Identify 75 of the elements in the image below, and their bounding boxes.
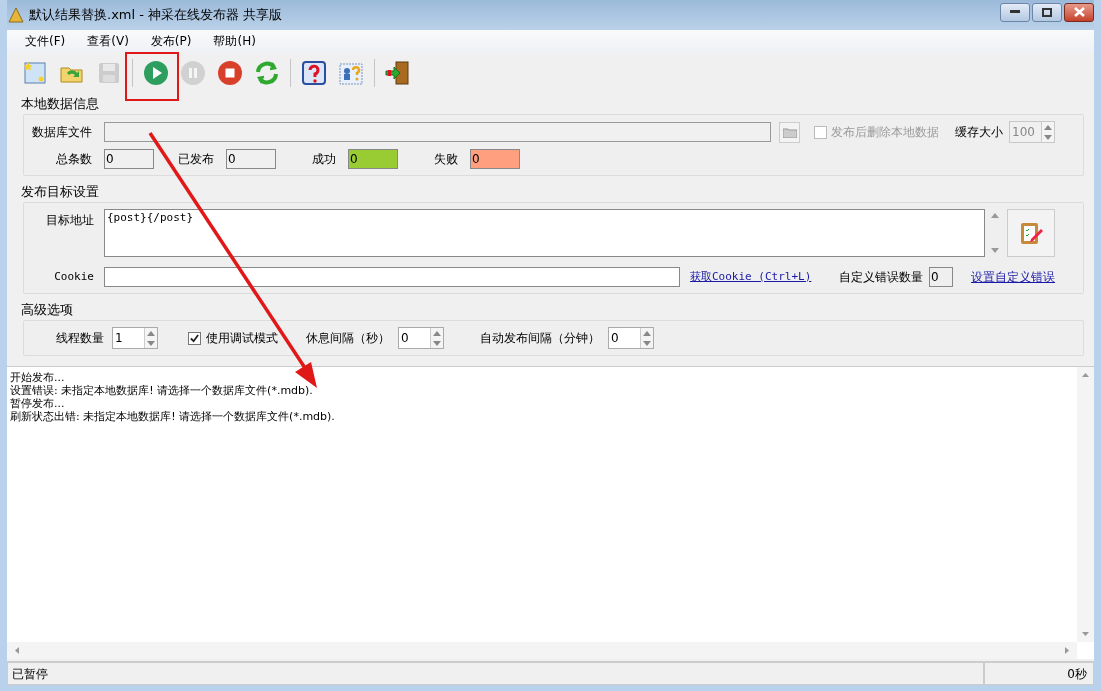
status-time: 0秒 xyxy=(984,662,1094,685)
checkmark-icon xyxy=(190,333,199,343)
set-error-link[interactable]: 设置自定义错误 xyxy=(971,268,1055,286)
target-address-field[interactable]: {post}{/post} xyxy=(104,209,985,257)
stat-field: 0 xyxy=(226,149,276,169)
group-title: 高级选项 xyxy=(20,302,74,318)
stat-label: 已发布 xyxy=(177,151,215,168)
maximize-icon xyxy=(1042,7,1052,17)
close-icon xyxy=(1073,7,1085,17)
up-arrow-icon[interactable] xyxy=(433,330,441,336)
menu-item[interactable]: 发布(P) xyxy=(150,32,192,50)
down-arrow-icon[interactable] xyxy=(147,340,155,346)
get-cookie-link[interactable]: 获取Cookie (Ctrl+L) xyxy=(690,268,812,286)
group-title: 本地数据信息 xyxy=(20,96,100,112)
down-arrow-icon[interactable] xyxy=(643,340,651,346)
scroll-up-icon[interactable] xyxy=(991,213,999,218)
play-icon xyxy=(142,59,170,87)
scroll-up-icon[interactable] xyxy=(1082,373,1089,377)
app-icon xyxy=(7,6,25,24)
cookie-field[interactable] xyxy=(104,267,680,287)
checkbox-label: 发布后删除本地数据 xyxy=(831,124,939,141)
pause-icon xyxy=(179,59,207,87)
help-icon xyxy=(300,59,328,87)
horizontal-scrollbar[interactable] xyxy=(7,642,1077,659)
folder-icon xyxy=(782,126,797,138)
field-label: Cookie xyxy=(53,268,95,285)
field-label: 缓存大小 xyxy=(955,124,1003,141)
minimize-icon xyxy=(1010,10,1020,14)
down-arrow-icon[interactable] xyxy=(433,340,441,346)
scroll-down-icon[interactable] xyxy=(991,248,999,253)
log-line: 暂停发布... xyxy=(10,397,66,410)
stat-field: 0 xyxy=(104,149,154,169)
checkbox[interactable] xyxy=(188,331,201,345)
stat-field: 0 xyxy=(348,149,398,169)
menu-item[interactable]: 查看(V) xyxy=(87,32,129,50)
stat-field: 0 xyxy=(470,149,520,169)
field-label: 数据库文件 xyxy=(32,124,93,141)
status-text: 已暂停 xyxy=(7,662,984,685)
menu-item[interactable]: 帮助(H) xyxy=(213,32,256,50)
minimize-button[interactable] xyxy=(1000,2,1030,22)
field-label: 线程数量 xyxy=(55,330,105,347)
error-count-field[interactable]: 0 xyxy=(929,267,953,287)
up-arrow-icon[interactable] xyxy=(643,330,651,336)
scroll-left-icon[interactable] xyxy=(15,647,19,654)
stat-label: 成功 xyxy=(311,151,337,168)
stop-icon xyxy=(216,59,244,87)
field-label: 目标地址 xyxy=(45,212,95,229)
rest-interval-spinner[interactable]: 0 xyxy=(398,327,444,349)
field-label: 自定义错误数量 xyxy=(839,269,923,286)
exit-door-icon xyxy=(384,59,412,87)
checkbox-label: 使用调试模式 xyxy=(206,330,278,347)
vertical-scrollbar[interactable] xyxy=(1077,367,1094,642)
auto-interval-spinner[interactable]: 0 xyxy=(608,327,654,349)
menu-item[interactable]: 文件(F) xyxy=(25,32,66,50)
field-label: 休息间隔（秒） xyxy=(306,330,390,347)
maximize-button[interactable] xyxy=(1032,2,1062,22)
field-label: 自动发布间隔（分钟） xyxy=(480,330,600,347)
close-button[interactable] xyxy=(1064,2,1094,22)
stat-label: 失败 xyxy=(433,151,459,168)
edit-clipboard-button[interactable] xyxy=(1007,209,1055,257)
refresh-icon xyxy=(253,59,281,87)
new-document-icon xyxy=(21,59,49,87)
up-arrow-icon[interactable] xyxy=(147,330,155,336)
scroll-right-icon[interactable] xyxy=(1065,647,1069,654)
log-line: 设置错误: 未指定本地数据库! 请选择一个数据库文件(*.mdb). xyxy=(10,384,314,397)
browse-button[interactable] xyxy=(779,121,800,143)
highlight-frame xyxy=(125,52,179,101)
thread-count-spinner[interactable]: 1 xyxy=(112,327,158,349)
log-line: 开始发布... xyxy=(10,371,66,384)
group-title: 发布目标设置 xyxy=(20,184,100,200)
window-title: 默认结果替换.xml - 神采在线发布器 共享版 xyxy=(29,6,283,25)
scroll-down-icon[interactable] xyxy=(1082,632,1089,636)
stat-label: 总条数 xyxy=(55,151,93,168)
log-line: 刷新状态出错: 未指定本地数据库! 请选择一个数据库文件(*.mdb). xyxy=(10,410,336,423)
database-file-field[interactable] xyxy=(104,122,771,142)
